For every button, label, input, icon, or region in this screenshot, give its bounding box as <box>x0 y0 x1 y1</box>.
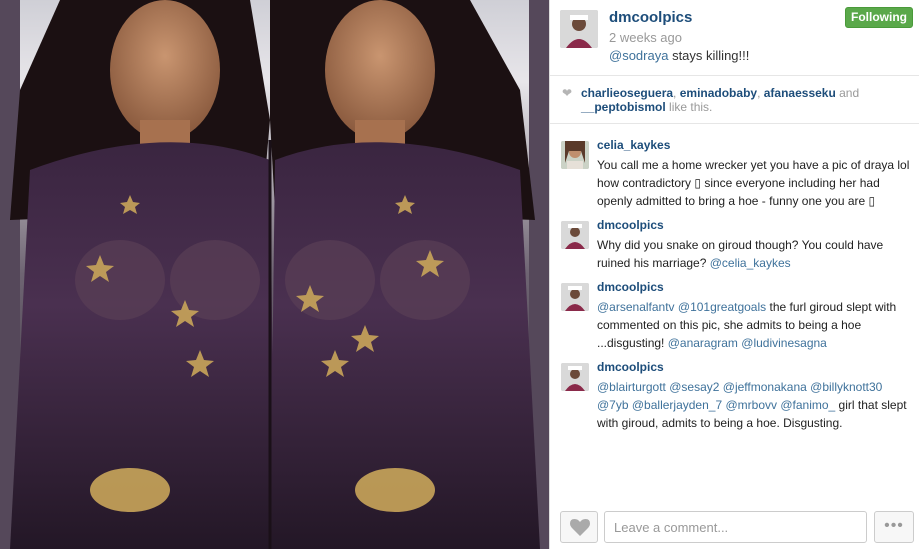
comment-mention[interactable]: @sesay2 <box>669 380 719 394</box>
commenter-avatar[interactable] <box>561 363 589 391</box>
heart-icon <box>570 519 590 536</box>
commenter-username[interactable]: dmcoolpics <box>597 218 664 232</box>
comment-text-segment: ▯ <box>868 194 876 208</box>
caption-mention[interactable]: @sodraya <box>609 48 668 63</box>
comment-mention[interactable]: @ludivinesagna <box>741 336 827 350</box>
commenter-username[interactable]: dmcoolpics <box>597 280 664 294</box>
likes-separator: , <box>673 86 680 100</box>
like-user[interactable]: eminadobaby <box>680 86 757 100</box>
likes-separator: and <box>835 86 860 100</box>
post-header: dmcoolpics 2 weeks ago @sodraya stays ki… <box>550 0 919 76</box>
commenter-avatar[interactable] <box>561 283 589 311</box>
comment-input[interactable] <box>604 511 867 543</box>
comment-text: Why did you snake on giroud though? You … <box>597 236 915 272</box>
comment-mention[interactable]: @anaragram <box>668 336 738 350</box>
comment-mention[interactable]: @ballerjayden_7 <box>632 398 722 412</box>
likes-separator: , <box>757 86 764 100</box>
like-user[interactable]: afanaesseku <box>764 86 836 100</box>
following-button[interactable]: Following <box>845 7 913 28</box>
comment-mention[interactable]: @mrbovv <box>725 398 777 412</box>
commenter-avatar[interactable] <box>561 221 589 249</box>
comment-mention[interactable]: @101greatgoals <box>678 300 766 314</box>
post-details-panel: dmcoolpics 2 weeks ago @sodraya stays ki… <box>549 0 919 549</box>
comment-mention[interactable]: @fanimo_ <box>780 398 835 412</box>
caption-text: stays killing!!! <box>668 48 750 63</box>
comment-mention[interactable]: @celia_kaykes <box>710 256 791 270</box>
comment-mention[interactable]: @billyknott30 <box>810 380 882 394</box>
like-user[interactable]: __peptobismol <box>581 100 666 114</box>
comment-footer: ••• <box>550 505 919 549</box>
likes-suffix: like this. <box>665 100 713 114</box>
commenter-username[interactable]: dmcoolpics <box>597 360 664 374</box>
comment-mention[interactable]: @jeffmonakana <box>723 380 807 394</box>
comment-mention[interactable]: @blairturgott <box>597 380 666 394</box>
post-caption: @sodraya stays killing!!! <box>609 48 749 63</box>
comment-text: @arsenalfantv @101greatgoals the furl gi… <box>597 298 915 352</box>
likes-text: charlieoseguera, eminadobaby, afanaessek… <box>581 86 911 114</box>
commenter-username[interactable]: celia_kaykes <box>597 138 670 152</box>
author-username[interactable]: dmcoolpics <box>609 9 692 26</box>
comments-list: celia_kaykes You call me a home wrecker … <box>550 125 919 505</box>
author-avatar[interactable] <box>560 10 598 48</box>
more-options-button[interactable]: ••• <box>874 511 914 543</box>
post-timestamp: 2 weeks ago <box>609 30 682 45</box>
post-photo <box>0 0 549 549</box>
comment-text: @blairturgott @sesay2 @jeffmonakana @bil… <box>597 378 915 432</box>
comment-mention[interactable]: @7yb <box>597 398 629 412</box>
comment-text: You call me a home wrecker yet you have … <box>597 156 915 210</box>
like-button[interactable] <box>560 511 598 543</box>
likes-summary: ❤ charlieoseguera, eminadobaby, afanaess… <box>550 77 919 124</box>
comment-mention[interactable]: @arsenalfantv <box>597 300 675 314</box>
comment-text-segment: ▯ <box>694 176 701 190</box>
commenter-avatar[interactable] <box>561 141 589 169</box>
heart-icon: ❤ <box>562 86 573 100</box>
like-user[interactable]: charlieoseguera <box>581 86 673 100</box>
